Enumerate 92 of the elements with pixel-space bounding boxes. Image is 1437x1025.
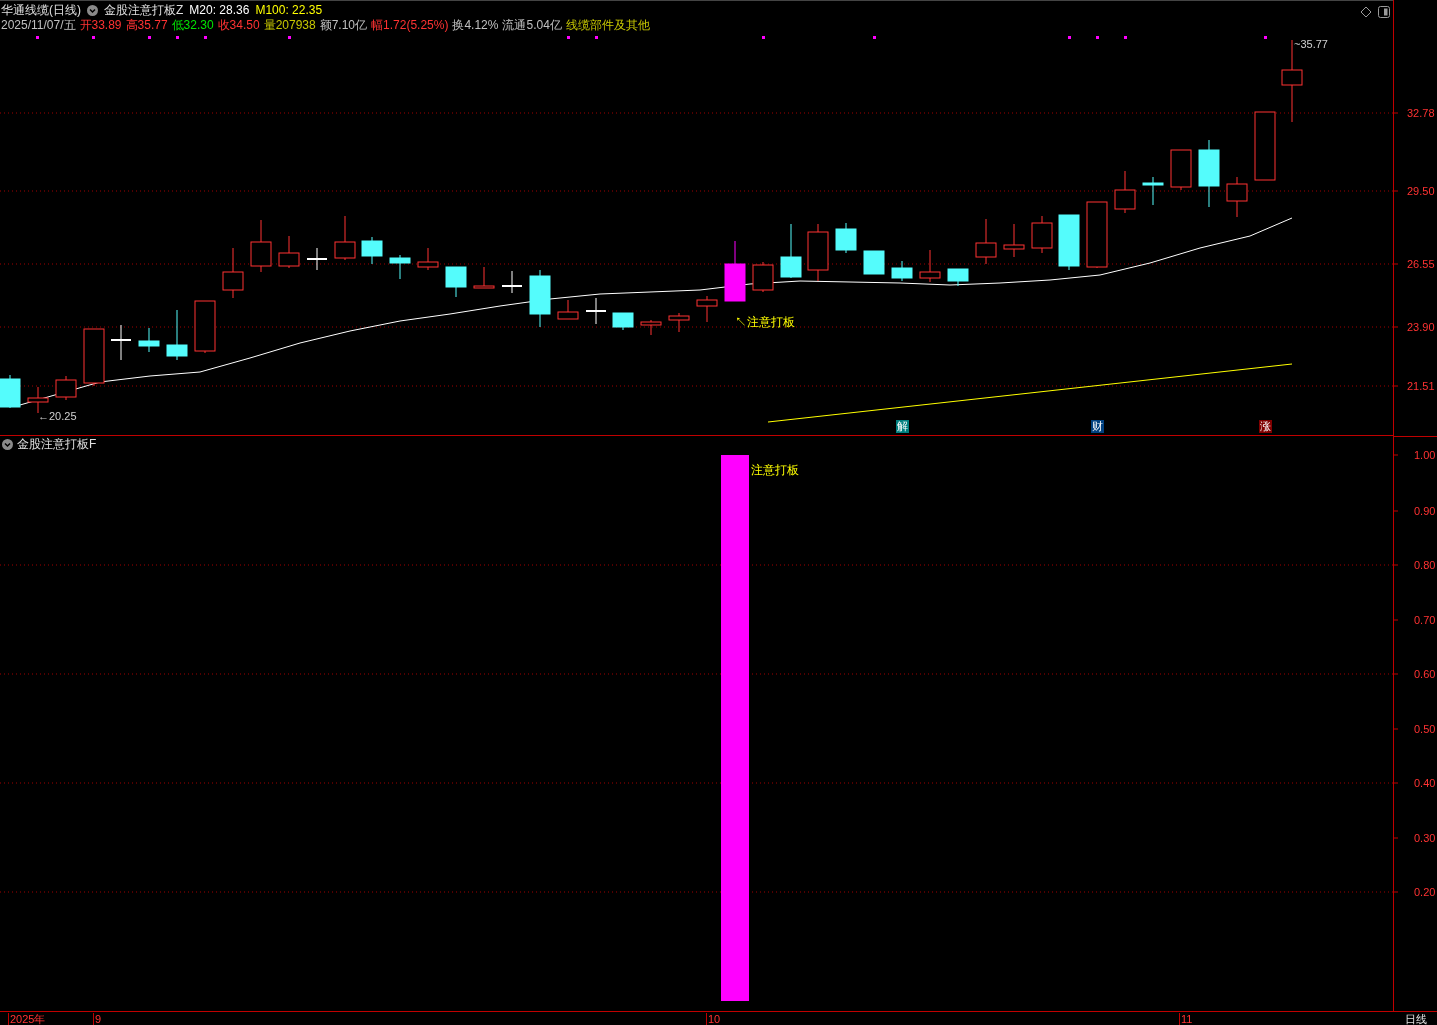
- candlestick: [585, 297, 607, 325]
- quote-value: 幅1.72(5.25%): [371, 18, 449, 33]
- candlestick: [110, 324, 132, 361]
- candlestick: [1114, 170, 1136, 214]
- high-price-label: ~35.77: [1294, 37, 1328, 52]
- value-axis-label: 0.80: [1414, 558, 1436, 573]
- quote-value: 2025/11/07/五: [1, 18, 76, 33]
- candlestick: [891, 260, 913, 282]
- quote-value: 收34.50: [217, 18, 260, 33]
- price-axis-label: 21.51: [1407, 379, 1435, 394]
- candlestick: [947, 268, 969, 287]
- time-axis-label: 2025年: [8, 1013, 46, 1025]
- candlestick: [863, 250, 885, 275]
- price-axis-label: 29.50: [1407, 184, 1435, 199]
- value-axis-label: 0.40: [1414, 776, 1436, 791]
- candlestick: [529, 269, 551, 328]
- indicator-title: 金股注意打板Z: [104, 3, 184, 18]
- candlestick: [473, 266, 495, 289]
- candlestick: [1031, 215, 1053, 254]
- candlestick: [166, 309, 188, 361]
- dropdown-icon[interactable]: [2, 439, 13, 450]
- moving-average-value: M20: 28.36: [189, 3, 250, 18]
- candlestick: [1198, 139, 1220, 208]
- candlestick: [919, 249, 941, 283]
- candlestick: [724, 240, 746, 302]
- candlestick: [417, 247, 439, 271]
- candlestick: [835, 222, 857, 254]
- candlestick: [807, 223, 829, 282]
- candlestick: [361, 236, 383, 265]
- panel-toggle-icon[interactable]: [1378, 6, 1390, 18]
- price-axis-label: 26.55: [1407, 257, 1435, 272]
- indicator-title: 金股注意打板F: [17, 437, 97, 452]
- value-axis-label: 0.70: [1414, 613, 1436, 628]
- candlestick: [1254, 111, 1276, 181]
- dropdown-icon[interactable]: [87, 5, 98, 16]
- candlestick: [668, 312, 690, 333]
- candlestick: [222, 247, 244, 299]
- candlestick: [194, 300, 216, 354]
- value-axis-label: 0.50: [1414, 722, 1436, 737]
- candlestick: [1170, 149, 1192, 191]
- candlestick: [557, 299, 579, 320]
- time-axis-label: 11: [1179, 1013, 1193, 1025]
- candlestick: [612, 312, 634, 331]
- price-axis-label: 23.90: [1407, 320, 1435, 335]
- period-label[interactable]: 日线: [1405, 1013, 1427, 1025]
- quote-value: 额7.10亿: [319, 18, 368, 33]
- candlestick: [975, 218, 997, 265]
- quote-value: 开33.89: [79, 18, 122, 33]
- candlestick: [640, 319, 662, 336]
- event-tag[interactable]: 涨: [1259, 420, 1272, 433]
- candlestick: [334, 215, 356, 261]
- candlestick: [27, 386, 49, 414]
- signal-label: 注意打板: [751, 463, 799, 478]
- candlestick: [83, 328, 105, 387]
- candlestick: [138, 327, 160, 353]
- diamond-icon[interactable]: [1360, 6, 1372, 18]
- price-axis-label: 32.78: [1407, 106, 1435, 121]
- candlestick: [250, 219, 272, 273]
- quote-value: 换4.12%: [452, 18, 499, 33]
- candlestick: [306, 247, 328, 271]
- quote-value: 线缆部件及其他: [565, 18, 650, 33]
- event-tag[interactable]: 财: [1091, 420, 1104, 433]
- value-axis-label: 1.00: [1414, 448, 1436, 463]
- quote-value: 低32.30: [171, 18, 214, 33]
- value-axis-label: 0.20: [1414, 885, 1436, 900]
- event-tag[interactable]: 解: [896, 420, 909, 433]
- low-price-label: ←20.25: [38, 409, 77, 424]
- value-axis-label: 0.60: [1414, 667, 1436, 682]
- candlestick: [1142, 176, 1164, 206]
- signal-label: ↖注意打板: [735, 315, 795, 330]
- moving-average-value: M100: 22.35: [255, 3, 323, 18]
- quote-value: 量207938: [263, 18, 316, 33]
- candlestick: [1226, 176, 1248, 218]
- candlestick: [696, 295, 718, 323]
- candlestick: [389, 254, 411, 280]
- candlestick: [0, 374, 21, 409]
- value-axis-label: 0.30: [1414, 831, 1436, 846]
- time-axis-label: 9: [93, 1013, 102, 1025]
- candlestick: [1058, 214, 1080, 271]
- quote-value: 高35.77: [125, 18, 168, 33]
- candlestick: [1003, 223, 1025, 258]
- time-axis-label: 10: [706, 1013, 721, 1025]
- candlestick: [445, 266, 467, 298]
- candlestick: [501, 270, 523, 294]
- value-axis-label: 0.90: [1414, 504, 1436, 519]
- stock-title: 华通线缆(日线): [1, 3, 81, 18]
- candlestick: [278, 235, 300, 269]
- quote-value: 流通5.04亿: [502, 18, 562, 33]
- candlestick: [55, 375, 77, 401]
- candlestick: [780, 223, 802, 279]
- candlestick: [1086, 201, 1108, 269]
- candlestick: [752, 261, 774, 293]
